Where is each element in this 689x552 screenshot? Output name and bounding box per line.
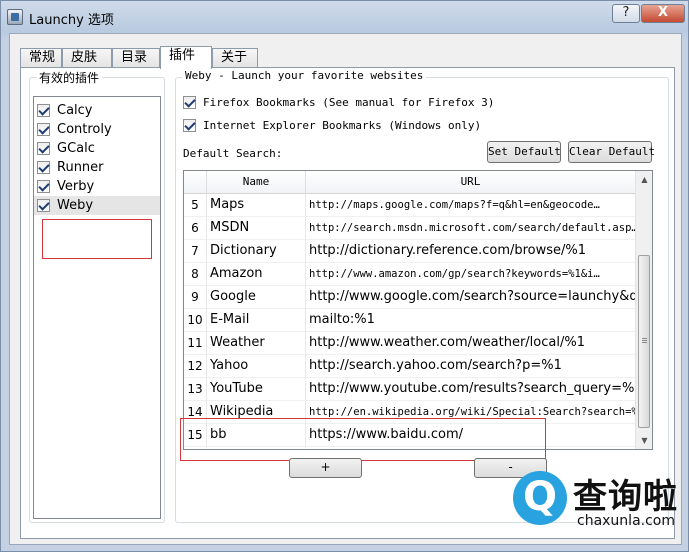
verby-checkbox[interactable] — [37, 180, 50, 193]
site-url-cell[interactable]: http://dictionary.reference.com/browse/%… — [306, 240, 635, 263]
plugin-label: Controly — [57, 122, 112, 137]
watermark-domain-text: chaxunla.com — [577, 513, 675, 529]
plugins-group-label: 有效的插件 — [36, 69, 103, 86]
table-row[interactable]: 8 Amazon http://www.amazon.com/gp/search?k… — [184, 263, 635, 286]
plugin-label: Weby — [57, 198, 94, 213]
plugin-item-calcy[interactable]: Calcy — [34, 101, 160, 120]
tab-about[interactable]: 关于 — [212, 48, 258, 68]
site-url-cell[interactable]: http://search.msdn.microsoft.com/search/… — [306, 217, 635, 240]
plugin-item-verby[interactable]: Verby — [34, 177, 160, 196]
plugin-list[interactable]: Calcy Controly GCalc Runner Verby Weby — [33, 96, 161, 519]
clear-default-button[interactable]: Clear Default — [568, 141, 655, 163]
firefox-bookmarks-checkbox[interactable] — [183, 96, 196, 109]
site-url-cell[interactable]: http://maps.google.com/maps?f=q&hl=en&ge… — [306, 194, 635, 217]
scroll-up-arrow-icon[interactable]: ▲ — [636, 171, 652, 188]
table-vertical-scrollbar[interactable]: ▲ ▼ — [635, 171, 652, 449]
site-name-cell[interactable]: Google — [207, 286, 306, 309]
table-row[interactable]: 11 Weather http://www.weather.com/weather/… — [184, 332, 635, 355]
title-bar[interactable]: Launchy 选项 ? X — [1, 1, 688, 33]
table-row[interactable]: 10 E-Mail mailto:%1 — [184, 309, 635, 332]
table-row[interactable]: 7 Dictionary http://dictionary.reference.c… — [184, 240, 635, 263]
highlight-box-new-entry — [180, 418, 546, 461]
tab-catalog[interactable]: 目录 — [112, 48, 160, 68]
site-name-cell[interactable]: MSDN — [207, 217, 306, 240]
plugin-label: Verby — [57, 179, 95, 194]
calcy-checkbox[interactable] — [37, 104, 50, 117]
tab-plugins[interactable]: 插件 — [160, 46, 212, 69]
site-name-cell[interactable]: Amazon — [207, 263, 306, 286]
close-button[interactable]: X — [641, 4, 685, 23]
set-default-button[interactable]: Set Default — [487, 141, 561, 163]
site-name-cell[interactable]: E-Mail — [207, 309, 306, 332]
plugin-item-weby[interactable]: Weby — [34, 196, 160, 215]
table-row[interactable]: 5 Maps http://maps.google.com/maps?f=q&hl=… — [184, 194, 635, 217]
site-url-cell[interactable]: http://www.weather.com/weather/local/%1 — [306, 332, 635, 355]
plugin-item-gcalc[interactable]: GCalc — [34, 139, 160, 158]
row-number: 8 — [184, 263, 207, 286]
site-name-cell[interactable]: YouTube — [207, 378, 306, 401]
scrollbar-thumb[interactable] — [638, 255, 650, 428]
site-name-cell[interactable]: Weather — [207, 332, 306, 355]
table-header: Name URL — [184, 171, 635, 194]
ie-bookmarks-checkbox[interactable] — [183, 119, 196, 132]
plugin-label: GCalc — [57, 141, 95, 156]
site-url-cell[interactable]: mailto:%1 — [306, 309, 635, 332]
row-number: 11 — [184, 332, 207, 355]
row-number-header — [184, 171, 207, 194]
site-name-cell[interactable]: Dictionary — [207, 240, 306, 263]
table-rows: 5 Maps http://maps.google.com/maps?f=q&hl=… — [184, 194, 635, 447]
websites-table: Name URL 5 Maps http://maps.google.com/map… — [183, 170, 653, 450]
name-column-header[interactable]: Name — [207, 171, 306, 194]
row-number: 13 — [184, 378, 207, 401]
tab-general[interactable]: 常规 — [20, 48, 62, 68]
table-row[interactable]: 6 MSDN http://search.msdn.microsoft.com/se… — [184, 217, 635, 240]
plugin-label: Runner — [57, 160, 104, 175]
site-name-cell[interactable]: Yahoo — [207, 355, 306, 378]
url-column-header[interactable]: URL — [306, 171, 635, 194]
firefox-bookmarks-option[interactable]: Firefox Bookmarks (See manual for Firefo… — [183, 96, 494, 109]
table-row[interactable]: 13 YouTube http://www.youtube.com/results?… — [184, 378, 635, 401]
row-number: 5 — [184, 194, 207, 217]
gcalc-checkbox[interactable] — [37, 142, 50, 155]
default-search-label: Default Search: — [183, 147, 283, 160]
plugin-label: Calcy — [57, 103, 93, 118]
row-number: 7 — [184, 240, 207, 263]
site-url-cell[interactable]: http://www.amazon.com/gp/search?keywords… — [306, 263, 635, 286]
firefox-bookmarks-label: Firefox Bookmarks (See manual for Firefo… — [203, 96, 495, 109]
site-url-cell[interactable]: http://www.google.com/search?source=laun… — [306, 286, 635, 309]
row-number: 6 — [184, 217, 207, 240]
options-window: Launchy 选项 ? X 常规 皮肤 目录 插件 关于 有效的插件 Calc… — [0, 0, 689, 552]
help-button[interactable]: ? — [612, 4, 640, 23]
table-row[interactable]: 9 Google http://www.google.com/search?sour… — [184, 286, 635, 309]
row-number: 10 — [184, 309, 207, 332]
chaxunla-watermark: Q 查询啦 chaxunla.com — [509, 463, 689, 552]
add-entry-button[interactable]: + — [289, 458, 362, 478]
ie-bookmarks-option[interactable]: Internet Explorer Bookmarks (Windows onl… — [183, 119, 481, 132]
plugin-item-runner[interactable]: Runner — [34, 158, 160, 177]
weby-checkbox[interactable] — [37, 199, 50, 212]
row-number: 12 — [184, 355, 207, 378]
table-row[interactable]: 12 Yahoo http://search.yahoo.com/search?p=… — [184, 355, 635, 378]
tab-skins[interactable]: 皮肤 — [62, 48, 112, 68]
controly-checkbox[interactable] — [37, 123, 50, 136]
chaxunla-logo-icon: Q — [513, 471, 567, 525]
window-title: Launchy 选项 — [29, 13, 114, 28]
launchy-app-icon — [7, 9, 23, 25]
runner-checkbox[interactable] — [37, 161, 50, 174]
row-number: 9 — [184, 286, 207, 309]
ie-bookmarks-label: Internet Explorer Bookmarks (Windows onl… — [203, 119, 482, 132]
watermark-chinese-text: 查询啦 — [573, 477, 678, 517]
weby-group-label: Weby - Launch your favorite websites — [182, 69, 427, 82]
plugin-item-controly[interactable]: Controly — [34, 120, 160, 139]
site-url-cell[interactable]: http://search.yahoo.com/search?p=%1 — [306, 355, 635, 378]
scroll-down-arrow-icon[interactable]: ▼ — [636, 432, 652, 449]
highlight-box-weby — [42, 219, 152, 259]
site-name-cell[interactable]: Maps — [207, 194, 306, 217]
site-url-cell[interactable]: http://www.youtube.com/results?search_qu… — [306, 378, 635, 401]
